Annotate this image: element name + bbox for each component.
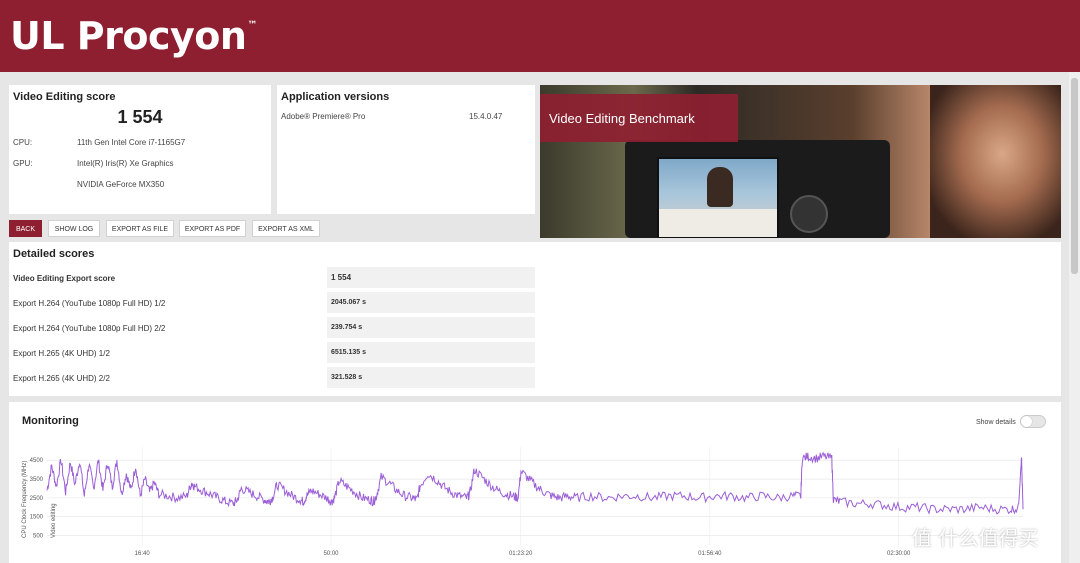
app-versions-title: Application versions — [281, 91, 390, 103]
score-row-value: 1 554 — [331, 273, 352, 282]
app-logo: UL Procyon™ — [10, 14, 257, 58]
background-person — [930, 85, 1061, 238]
x-tick-label: 02:30:00 — [887, 551, 911, 557]
score-value: 1 554 — [117, 107, 163, 127]
show-log-button[interactable]: SHOW LOG — [48, 220, 100, 237]
score-row-value: 321.528 s — [331, 374, 363, 381]
y-tick-label: 1500 — [30, 515, 44, 521]
video-editing-annotation: Video editing — [51, 503, 57, 538]
benchmark-label: Video Editing Benchmark — [549, 111, 695, 126]
monitoring-title: Monitoring — [22, 415, 79, 427]
score-row-value: 6515.135 s — [331, 349, 367, 356]
cpu-clock-series-line — [46, 451, 1024, 515]
show-details-toggle[interactable] — [1020, 415, 1046, 428]
show-details-label: Show details — [976, 419, 1016, 426]
scrollbar-thumb[interactable] — [1071, 78, 1078, 274]
toggle-knob — [1021, 416, 1032, 427]
back-button[interactable]: BACK — [9, 220, 42, 237]
gpu-value-2: NVIDIA GeForce MX350 — [77, 180, 165, 189]
app-name: Adobe® Premiere® Pro — [281, 112, 366, 121]
detailed-scores-panel: Detailed scores Video Editing Export sco… — [9, 242, 1061, 396]
benchmark-label-box: Video Editing Benchmark — [540, 94, 738, 142]
gpu-label: GPU: — [13, 159, 33, 168]
x-tick-label: 01:23:20 — [509, 551, 533, 557]
app-header: UL Procyon™ — [0, 0, 1080, 72]
export-as-xml-button[interactable]: EXPORT AS XML — [252, 220, 320, 237]
score-row-label: Export H.265 (4K UHD) 2/2 — [13, 374, 110, 383]
application-versions-panel: Application versions Adobe® Premiere® Pr… — [277, 85, 535, 214]
y-axis-label: CPU Clock Frequency (MHz) — [22, 461, 28, 538]
score-panel: Video Editing score 1 554 CPU: 11th Gen … — [9, 85, 271, 214]
y-tick-label: 3500 — [30, 477, 44, 483]
export-as-file-button[interactable]: EXPORT AS FILE — [106, 220, 174, 237]
y-tick-label: 4500 — [30, 458, 44, 464]
score-row-value: 2045.067 s — [331, 299, 367, 306]
x-tick-label: 50:00 — [324, 551, 340, 557]
camera-knob — [790, 195, 828, 233]
watermark: 值 什么值得买 — [912, 526, 1039, 550]
score-row-label: Export H.264 (YouTube 1080p Full HD) 2/2 — [13, 324, 166, 333]
y-tick-label: 2500 — [30, 496, 44, 502]
export-as-pdf-button[interactable]: EXPORT AS PDF — [179, 220, 246, 237]
app-version: 15.4.0.47 — [469, 112, 503, 121]
score-row-label: Video Editing Export score — [13, 274, 116, 283]
cpu-label: CPU: — [13, 138, 33, 147]
score-row-label: Export H.265 (4K UHD) 1/2 — [13, 349, 110, 358]
score-panel-title: Video Editing score — [13, 91, 116, 103]
monitoring-panel: Monitoring Show details 4500 3500 2500 1500… — [9, 402, 1061, 563]
score-row-label: Export H.264 (YouTube 1080p Full HD) 1/2 — [13, 299, 166, 308]
benchmark-banner-image: Video Editing Benchmark — [540, 85, 1061, 238]
y-tick-label: 500 — [33, 534, 44, 540]
cpu-value: 11th Gen Intel Core i7-1165G7 — [77, 138, 186, 147]
x-tick-label: 01:56:40 — [698, 551, 722, 557]
cpu-frequency-chart: 4500 3500 2500 1500 500 16:40 50:00 01:23:20 01… — [22, 447, 1024, 557]
scrollbar[interactable] — [1069, 72, 1080, 563]
detailed-scores-title: Detailed scores — [13, 248, 95, 260]
score-row-value: 239.754 s — [331, 324, 363, 331]
camera-screen — [657, 157, 779, 238]
x-tick-label: 16:40 — [135, 551, 151, 557]
gpu-value-1: Intel(R) Iris(R) Xe Graphics — [77, 159, 174, 168]
